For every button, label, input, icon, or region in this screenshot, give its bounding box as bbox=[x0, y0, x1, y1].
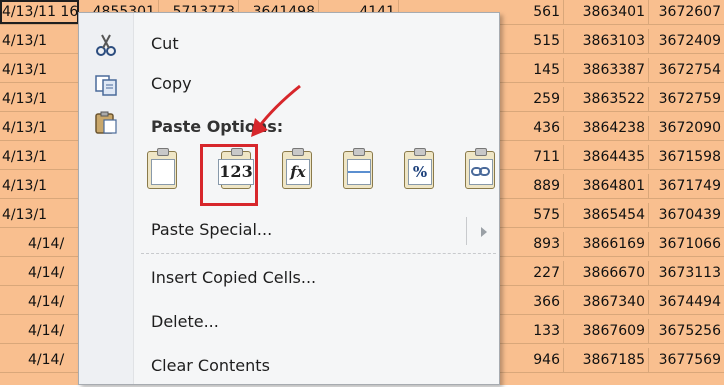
table-cell[interactable]: 4/14/ bbox=[0, 232, 79, 256]
menu-item-clear-contents[interactable]: Clear Contents bbox=[79, 347, 499, 387]
table-cell[interactable]: 3672607 bbox=[649, 0, 724, 24]
clear-contents-label: Clear Contents bbox=[151, 356, 270, 375]
table-cell[interactable]: 3867340 bbox=[564, 290, 649, 314]
table-cell[interactable]: 3863401 bbox=[564, 0, 649, 24]
submenu-arrow-icon bbox=[481, 227, 487, 237]
table-cell[interactable]: 3671066 bbox=[649, 232, 724, 256]
menu-item-delete[interactable]: Delete... bbox=[79, 303, 499, 343]
cut-label: Cut bbox=[151, 34, 179, 53]
table-cell[interactable]: 4/13/1 bbox=[0, 203, 79, 227]
table-cell[interactable]: 3863387 bbox=[564, 58, 649, 82]
table-cell[interactable]: 3672090 bbox=[649, 116, 724, 140]
table-cell[interactable]: 3863522 bbox=[564, 87, 649, 111]
menu-item-cut[interactable]: Cut bbox=[79, 25, 499, 65]
table-cell[interactable]: 4/13/1 bbox=[0, 116, 79, 140]
copy-icon bbox=[95, 75, 117, 96]
paste-formulas-button[interactable]: fx bbox=[276, 147, 318, 193]
table-cell[interactable]: 4/13/11 16:32 bbox=[0, 0, 79, 24]
table-cell[interactable]: 3671598 bbox=[649, 145, 724, 169]
table-cell[interactable]: 4/14/ bbox=[0, 261, 79, 285]
clipboard-icon bbox=[95, 111, 117, 134]
table-cell[interactable]: 4/14/ bbox=[0, 290, 79, 314]
table-cell[interactable]: 4/13/1 bbox=[0, 87, 79, 111]
table-cell[interactable]: 3675256 bbox=[649, 319, 724, 343]
paste-button[interactable] bbox=[141, 147, 183, 193]
table-cell[interactable]: 3672409 bbox=[649, 29, 724, 53]
paste-transpose-button[interactable] bbox=[337, 147, 379, 193]
table-cell[interactable]: 3867185 bbox=[564, 348, 649, 372]
paste-link-button[interactable] bbox=[459, 147, 501, 193]
transpose-face bbox=[347, 159, 371, 185]
submenu-divider bbox=[466, 217, 467, 245]
link-face bbox=[469, 159, 493, 185]
paste-options-heading: Paste Options: bbox=[79, 105, 499, 139]
table-cell[interactable]: 3864801 bbox=[564, 174, 649, 198]
table-cell[interactable]: 3866169 bbox=[564, 232, 649, 256]
table-cell[interactable]: 3671749 bbox=[649, 174, 724, 198]
paste-formulas-text: fx bbox=[286, 159, 310, 185]
table-cell[interactable]: 3674494 bbox=[649, 290, 724, 314]
paste-face bbox=[151, 159, 175, 185]
table-cell[interactable]: 3673113 bbox=[649, 261, 724, 285]
menu-item-paste-special[interactable]: Paste Special... bbox=[79, 211, 499, 251]
context-menu: Cut Copy Paste Options: 123 fx % Paste S… bbox=[78, 12, 500, 385]
table-cell[interactable]: 3867609 bbox=[564, 319, 649, 343]
menu-item-copy[interactable]: Copy bbox=[79, 65, 499, 105]
table-cell[interactable]: 3672759 bbox=[649, 87, 724, 111]
table-cell[interactable]: 4/13/1 bbox=[0, 145, 79, 169]
table-cell[interactable]: 4/13/1 bbox=[0, 58, 79, 82]
paste-formatting-button[interactable]: % bbox=[398, 147, 440, 193]
table-cell[interactable]: 3670439 bbox=[649, 203, 724, 227]
paste-formatting-text: % bbox=[408, 159, 432, 185]
menu-item-insert-copied-cells[interactable]: Insert Copied Cells... bbox=[79, 259, 499, 299]
menu-separator bbox=[141, 253, 496, 254]
table-cell[interactable]: 3864238 bbox=[564, 116, 649, 140]
table-cell[interactable]: 4/13/1 bbox=[0, 29, 79, 53]
paste-special-label: Paste Special... bbox=[151, 220, 273, 239]
table-cell[interactable]: 4/14/ bbox=[0, 319, 79, 343]
table-cell[interactable]: 3865454 bbox=[564, 203, 649, 227]
table-cell[interactable]: 3677569 bbox=[649, 348, 724, 372]
annotation-highlight-box bbox=[200, 144, 258, 206]
table-cell[interactable]: 3864435 bbox=[564, 145, 649, 169]
table-cell[interactable]: 3672754 bbox=[649, 58, 724, 82]
copy-label: Copy bbox=[151, 74, 192, 93]
table-cell[interactable]: 4/13/1 bbox=[0, 174, 79, 198]
insert-copied-label: Insert Copied Cells... bbox=[151, 268, 317, 287]
table-cell[interactable]: 3866670 bbox=[564, 261, 649, 285]
table-cell[interactable]: 4/14/ bbox=[0, 348, 79, 372]
delete-label: Delete... bbox=[151, 312, 219, 331]
paste-options-row: 123 fx % bbox=[141, 147, 501, 197]
scissors-icon bbox=[96, 34, 116, 56]
paste-options-label: Paste Options: bbox=[151, 117, 284, 136]
table-cell[interactable]: 3863103 bbox=[564, 29, 649, 53]
